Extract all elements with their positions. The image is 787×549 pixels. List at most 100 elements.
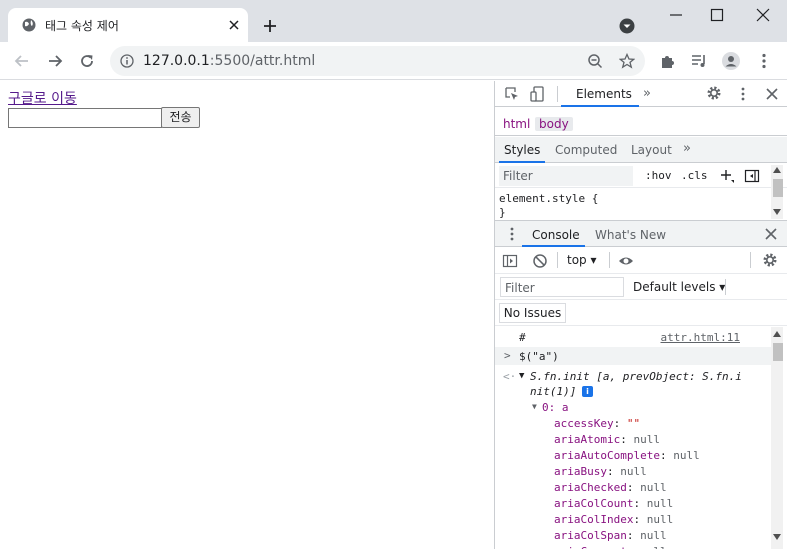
property-separator: : [626, 481, 641, 494]
console-scroll-down-icon[interactable] [773, 534, 781, 540]
scroll-up-arrow-icon[interactable] [773, 167, 781, 173]
more-tabs-chevron-icon[interactable]: » [643, 86, 651, 101]
device-toolbar-icon[interactable] [530, 86, 546, 102]
tab-styles-underline [499, 161, 545, 163]
tab-styles[interactable]: Styles [504, 143, 540, 157]
console-filter-row: Filter Default levels ▾ [495, 274, 787, 300]
issues-button[interactable]: No Issues [499, 303, 566, 323]
element-style-rule[interactable]: element.style { } [499, 192, 598, 220]
result-summary[interactable]: S.fn.init [a, prevObject: S.fn.i [530, 370, 742, 383]
maximize-icon[interactable] [710, 8, 724, 22]
property-separator: : [633, 513, 647, 526]
reload-icon[interactable] [78, 52, 96, 70]
clear-console-icon[interactable] [532, 253, 548, 269]
property-row[interactable]: ariaCurrent: null [554, 545, 667, 549]
devtools-panel: Elements » html body Styles Computed Lay… [494, 81, 787, 549]
console-scrollbar[interactable] [771, 327, 783, 549]
zoom-out-icon[interactable] [587, 53, 603, 69]
new-style-rule-icon[interactable] [719, 168, 735, 184]
title-bar: 태그 속성 제어 [0, 0, 787, 42]
tab-whats-new[interactable]: What's New [595, 228, 666, 242]
devtools-menu-icon[interactable] [735, 86, 751, 102]
console-scroll-up-icon[interactable] [773, 331, 781, 337]
address-bar[interactable]: 127.0.0.1:5500/attr.html [110, 46, 645, 76]
tab-elements[interactable]: Elements [576, 87, 632, 101]
property-value: null [640, 529, 667, 542]
property-row[interactable]: ariaColCount: null [554, 497, 673, 510]
text-input[interactable] [8, 108, 162, 128]
property-value: null [620, 465, 647, 478]
log-levels-select[interactable]: Default levels ▾ [633, 280, 725, 294]
bookmark-star-icon[interactable] [619, 53, 635, 69]
google-link[interactable]: 구글로 이동 [8, 88, 77, 108]
property-row[interactable]: ariaBusy: null [554, 465, 647, 478]
extensions-icon[interactable] [659, 52, 677, 70]
minimize-icon[interactable] [669, 8, 683, 22]
url-text[interactable]: 127.0.0.1:5500/attr.html [143, 53, 315, 69]
inspect-element-icon[interactable] [504, 86, 520, 102]
close-tab-icon[interactable] [227, 18, 241, 32]
property-value: null [646, 513, 674, 526]
property-row[interactable]: ariaAtomic: null [554, 433, 660, 446]
back-arrow-icon[interactable] [13, 52, 31, 70]
result-arrow-icon: <· [503, 370, 517, 383]
tab-computed[interactable]: Computed [555, 143, 617, 157]
breadcrumb-html[interactable]: html [499, 117, 534, 131]
filter-row-divider [725, 279, 726, 295]
tab-console[interactable]: Console [532, 228, 580, 242]
close-devtools-icon[interactable] [764, 86, 780, 102]
property-separator: : [627, 545, 640, 549]
property-name: ariaColIndex [554, 513, 634, 526]
property-name: ariaAutoComplete [554, 449, 660, 462]
close-drawer-icon[interactable] [763, 226, 779, 242]
context-select[interactable]: top ▾ [567, 253, 597, 267]
more-subtabs-chevron-icon[interactable]: » [683, 141, 691, 156]
property-row[interactable]: ariaColIndex: null [554, 513, 673, 526]
property-value: null [640, 545, 667, 549]
cls-toggle[interactable]: .cls [681, 169, 708, 182]
property-value: null [640, 481, 667, 494]
scroll-down-arrow-icon[interactable] [773, 209, 781, 215]
new-tab-icon[interactable] [262, 18, 278, 34]
hov-toggle[interactable]: :hov [645, 169, 672, 182]
console-sidebar-icon[interactable] [502, 253, 518, 269]
chrome-menu-icon[interactable] [755, 52, 773, 70]
property-name: ariaCurrent [554, 545, 627, 549]
browser-toolbar: 127.0.0.1:5500/attr.html [0, 42, 787, 80]
console-toolbar-divider-2 [609, 252, 610, 268]
property-separator: : [606, 465, 621, 478]
log-source-link[interactable]: attr.html:11 [661, 331, 740, 344]
property-row[interactable]: ariaAutoComplete: null [554, 449, 700, 462]
profile-avatar-icon[interactable] [722, 52, 740, 70]
toggle-sidebar-icon[interactable] [744, 168, 760, 184]
url-path: :5500/attr.html [209, 53, 316, 69]
tab-layout[interactable]: Layout [631, 143, 672, 157]
expand-triangle-icon[interactable]: ▼ [519, 371, 524, 381]
submit-button[interactable]: 전송 [161, 107, 200, 128]
forward-arrow-icon[interactable] [46, 52, 64, 70]
info-icon[interactable] [120, 54, 134, 68]
console-command: $("a") [519, 350, 559, 363]
log-message: # [519, 331, 526, 344]
console-filter-input[interactable]: Filter [500, 277, 624, 297]
console-scroll-thumb[interactable] [773, 343, 783, 361]
styles-scrollbar[interactable] [771, 165, 783, 219]
console-settings-gear-icon[interactable] [762, 252, 778, 268]
tab-search-icon[interactable] [619, 18, 635, 34]
drawer-menu-icon[interactable] [504, 226, 520, 242]
close-window-icon[interactable] [756, 8, 770, 22]
info-badge-icon[interactable]: i [582, 386, 593, 397]
eye-icon[interactable] [618, 253, 634, 269]
breadcrumb-body[interactable]: body [535, 117, 573, 131]
gear-icon[interactable] [706, 85, 722, 101]
expand-item-triangle-icon[interactable]: ▼ [532, 402, 537, 411]
styles-filter-input[interactable]: Filter [499, 166, 633, 186]
styles-scroll-thumb[interactable] [773, 179, 783, 197]
property-row[interactable]: accessKey: "" [554, 417, 640, 430]
item-label[interactable]: 0: a [542, 401, 569, 414]
property-row[interactable]: ariaColSpan: null [554, 529, 667, 542]
issues-row: No Issues [495, 300, 787, 326]
media-playlist-icon[interactable] [690, 52, 708, 70]
browser-tab[interactable]: 태그 속성 제어 [8, 8, 248, 42]
property-row[interactable]: ariaChecked: null [554, 481, 667, 494]
